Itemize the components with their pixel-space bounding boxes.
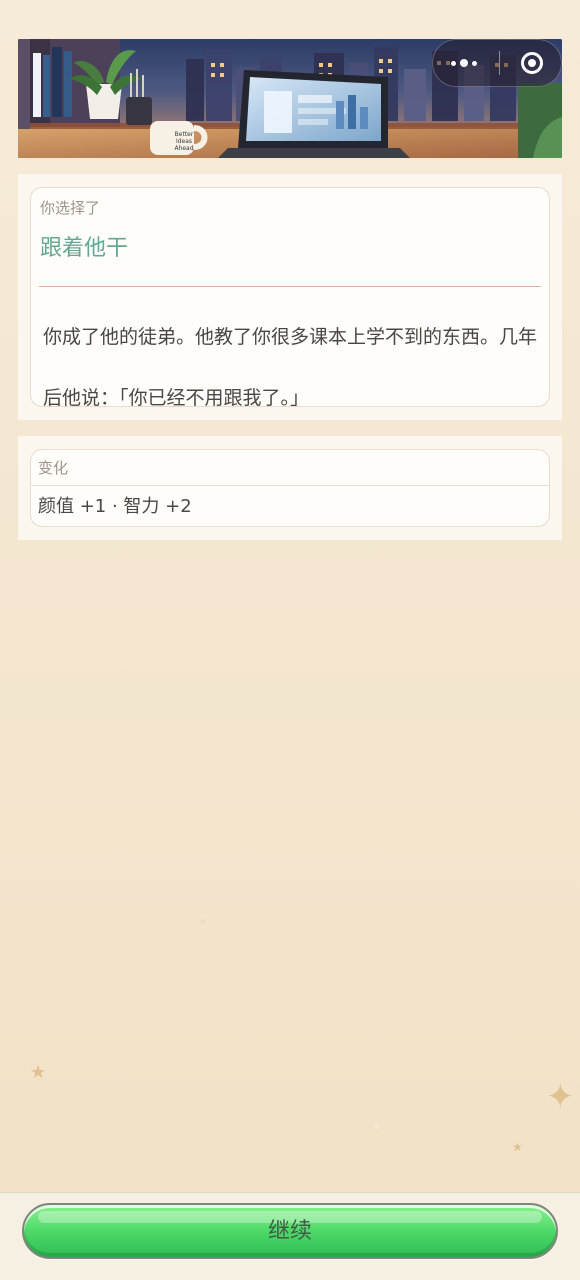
sparkle-icon: ✦ [546, 1077, 575, 1117]
choice-card: 你选择了 跟着他干 你成了他的徒弟。他教了你很多课本上学不到的东西。几年后他说：… [30, 187, 550, 409]
changes-panel: 变化 颜值 +1 · 智力 +2 [18, 436, 562, 540]
choice-panel: 你选择了 跟着他干 你成了他的徒弟。他教了你很多课本上学不到的东西。几年后他说：… [18, 174, 562, 420]
changes-card: 变化 颜值 +1 · 智力 +2 [30, 449, 550, 527]
more-icon[interactable] [451, 59, 477, 67]
changes-label: 变化 [38, 459, 69, 477]
choice-title: 跟着他干 [40, 236, 129, 261]
choice-description: 你成了他的徒弟。他教了你很多课本上学不到的东西。几年后他说：「你已经不用跟我了。… [43, 326, 538, 409]
sparkle-icon: ★ [30, 1062, 47, 1083]
choice-label: 你选择了 [40, 199, 101, 217]
changes-divider [31, 485, 549, 486]
capsule-divider [498, 51, 500, 75]
changes-summary: 颜值 +1 · 智力 +2 [38, 496, 192, 517]
continue-button[interactable]: 继续 [22, 1203, 558, 1259]
bottom-action-bar: 继续 [0, 1192, 580, 1280]
continue-button-label: 继续 [267, 1219, 312, 1244]
banner-mug-text: Better Ideas Ahead [174, 131, 194, 152]
sparkle-icon: ★ [512, 1140, 523, 1154]
choice-divider [39, 286, 541, 287]
mini-program-capsule [432, 39, 562, 87]
close-icon[interactable] [521, 52, 543, 74]
